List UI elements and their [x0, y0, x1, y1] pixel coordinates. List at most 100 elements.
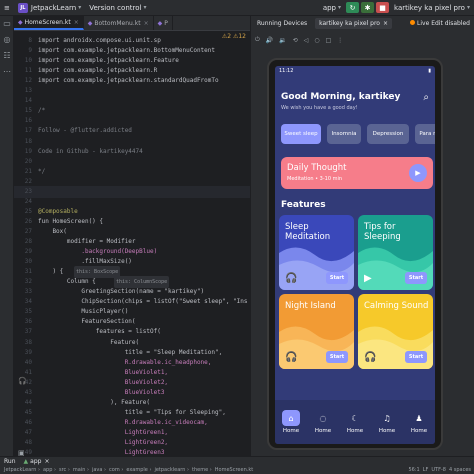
rotate-icon[interactable]: ⟲ — [293, 37, 298, 44]
bubble-icon: ◌ — [319, 413, 327, 423]
back-icon[interactable]: ◁ — [304, 37, 309, 44]
music-icon: ♫ — [383, 413, 391, 423]
more-icon[interactable]: ⋯ — [0, 64, 14, 80]
chip-insomnia[interactable]: Insomnia — [327, 124, 361, 144]
chip-depression[interactable]: Depression — [367, 124, 409, 144]
bottom-nav-label: Home — [346, 428, 364, 434]
main-menu-button[interactable]: ≡ — [0, 0, 14, 16]
kotlin-icon: ◆ — [157, 19, 163, 27]
close-icon[interactable]: × — [144, 20, 149, 27]
status-time: 11:12 — [279, 68, 294, 74]
daily-thought-subtitle: Meditation • 3-10 min — [287, 176, 343, 182]
breadcrumb-item[interactable]: JetpackLearn › — [4, 467, 40, 473]
home-icon[interactable]: ○ — [314, 37, 319, 44]
breadcrumb-item[interactable]: jetpacklearn › — [154, 467, 189, 473]
device-screen[interactable]: 11:12 ▮ Good Morning, kartikey We wish yo… — [275, 66, 435, 444]
overview-icon[interactable]: □ — [326, 37, 332, 44]
close-icon[interactable]: × — [383, 20, 388, 27]
breadcrumb-item[interactable]: theme › — [192, 467, 212, 473]
start-button[interactable]: Start — [326, 272, 348, 284]
device-select[interactable]: kartikey ka pixel pro ▾ — [390, 0, 474, 16]
status-dot-icon — [410, 20, 416, 25]
status-bar: JetpackLearn › app › src › main › java › com … — [0, 466, 474, 474]
start-button[interactable]: Start — [326, 351, 348, 363]
daily-thought-card[interactable]: Daily Thought Meditation • 3-10 min ▶ — [281, 157, 433, 189]
headphone-icon: 🎧 — [18, 377, 27, 385]
profile-icon: ♟ — [415, 413, 423, 423]
videocam-icon: ▣ — [18, 449, 25, 456]
volume-up-icon[interactable]: 🔊 — [266, 37, 273, 44]
editor-tabs: ◆ HomeScreen.kt × ◆ BottomMenu.kt × ◆ P — [14, 16, 250, 31]
tab-label: BottomMenu.kt — [94, 19, 141, 27]
device-tab-label: kartikey ka pixel pro — [319, 20, 380, 27]
code-editor[interactable]: ⚠2 ⚠12 8 import androidx.compose.ui.unit.… — [14, 31, 250, 456]
stop-button[interactable]: ■ — [376, 2, 390, 13]
start-button[interactable]: Start — [405, 351, 427, 363]
feature-card-title: Night Island — [285, 301, 336, 311]
battery-icon: ▮ — [428, 68, 431, 74]
bottom-nav-label: Home — [282, 428, 300, 434]
breadcrumb-item[interactable]: java › — [92, 467, 106, 473]
breadcrumb-item[interactable]: com › — [109, 467, 123, 473]
start-button[interactable]: Start — [405, 272, 427, 284]
run-config-select[interactable]: app ▾ — [319, 0, 345, 16]
status-enc[interactable]: UTF-8 — [431, 467, 446, 473]
breadcrumb-item[interactable]: example › — [126, 467, 151, 473]
hamburger-icon: ≡ — [4, 3, 10, 12]
tab-label: P — [164, 19, 168, 27]
breadcrumb-item[interactable]: main › — [73, 467, 89, 473]
vcs-menu[interactable]: Version control ▾ — [85, 0, 150, 16]
run-tab[interactable]: Run — [4, 458, 16, 465]
bottom-nav-item[interactable]: ☾ Home — [339, 400, 371, 444]
status-indent[interactable]: 4 spaces — [449, 467, 471, 473]
breadcrumb-item[interactable]: HomeScreen.kt — [215, 467, 253, 473]
play-icon[interactable]: ▶ — [409, 164, 427, 182]
feature-card[interactable]: Sleep Meditation 🎧 Start — [279, 215, 354, 290]
project-switcher[interactable]: JL JetpackLearn ▾ — [14, 0, 85, 16]
tab-homescreen[interactable]: ◆ HomeScreen.kt × — [14, 16, 84, 30]
feature-card-title: Sleep Meditation — [285, 222, 331, 242]
run-config-label: app — [322, 3, 336, 12]
feature-card[interactable]: Night Island 🎧 Start — [279, 294, 354, 369]
feature-card-title: Calming Sound — [364, 301, 429, 311]
bottom-nav-item[interactable]: ◌ Home — [307, 400, 339, 444]
greeting-text: Good Morning, kartikey — [281, 92, 401, 102]
structure-icon[interactable]: ☷ — [0, 48, 14, 64]
project-initials-badge: JL — [17, 2, 28, 13]
tab-bottommenu[interactable]: ◆ BottomMenu.kt × — [84, 16, 154, 30]
panel-title: Running Devices — [257, 20, 308, 27]
live-edit-label: Live Edit disabled — [417, 20, 470, 27]
bottom-nav-item[interactable]: ♫ Home — [371, 400, 403, 444]
run-config-tab[interactable]: app — [30, 458, 41, 465]
apply-changes-button[interactable]: ↻ — [346, 2, 360, 13]
device-tab[interactable]: kartikey ka pixel pro × — [315, 18, 392, 29]
status-lf[interactable]: LF — [423, 467, 429, 473]
kotlin-icon: ◆ — [18, 18, 23, 26]
close-icon[interactable]: × — [74, 19, 79, 26]
code-line[interactable]: 49 LightGreen3 — [14, 447, 250, 456]
search-icon[interactable]: ⌕ — [423, 92, 429, 103]
status-pos[interactable]: 56:1 — [408, 467, 419, 473]
chip-sweet-sleep[interactable]: Sweet sleep — [281, 124, 321, 144]
power-icon[interactable]: ⏻ — [255, 36, 260, 44]
device-label: kartikey ka pixel pro — [394, 3, 465, 12]
bottom-nav-label: Home — [410, 428, 428, 434]
chip-partial[interactable]: Para n — [415, 124, 435, 144]
bottom-nav-item[interactable]: ⌂ Home — [275, 400, 307, 444]
feature-card[interactable]: Calming Sound 🎧 Start — [358, 294, 433, 369]
volume-down-icon[interactable]: 🔉 — [279, 37, 286, 44]
live-edit-status[interactable]: Live Edit disabled — [410, 20, 470, 27]
breadcrumb-item[interactable]: src › — [59, 467, 70, 473]
headphone-icon: 🎧 — [285, 352, 298, 363]
code-text: LightGreen3 — [38, 449, 165, 456]
bottom-nav-item[interactable]: ♟ Home — [403, 400, 435, 444]
more-icon[interactable]: ⋮ — [337, 37, 343, 44]
commit-icon[interactable]: ◎ — [0, 32, 14, 48]
tab-p[interactable]: ◆ P — [154, 16, 173, 30]
breadcrumb-item[interactable]: app › — [43, 467, 56, 473]
close-icon[interactable]: × — [44, 458, 49, 465]
folder-icon[interactable]: ▭ — [0, 16, 14, 32]
moon-icon: ☾ — [351, 413, 359, 423]
debug-button[interactable]: ✱ — [361, 2, 375, 13]
feature-card[interactable]: Tips for Sleeping ▶ Start — [358, 215, 433, 290]
